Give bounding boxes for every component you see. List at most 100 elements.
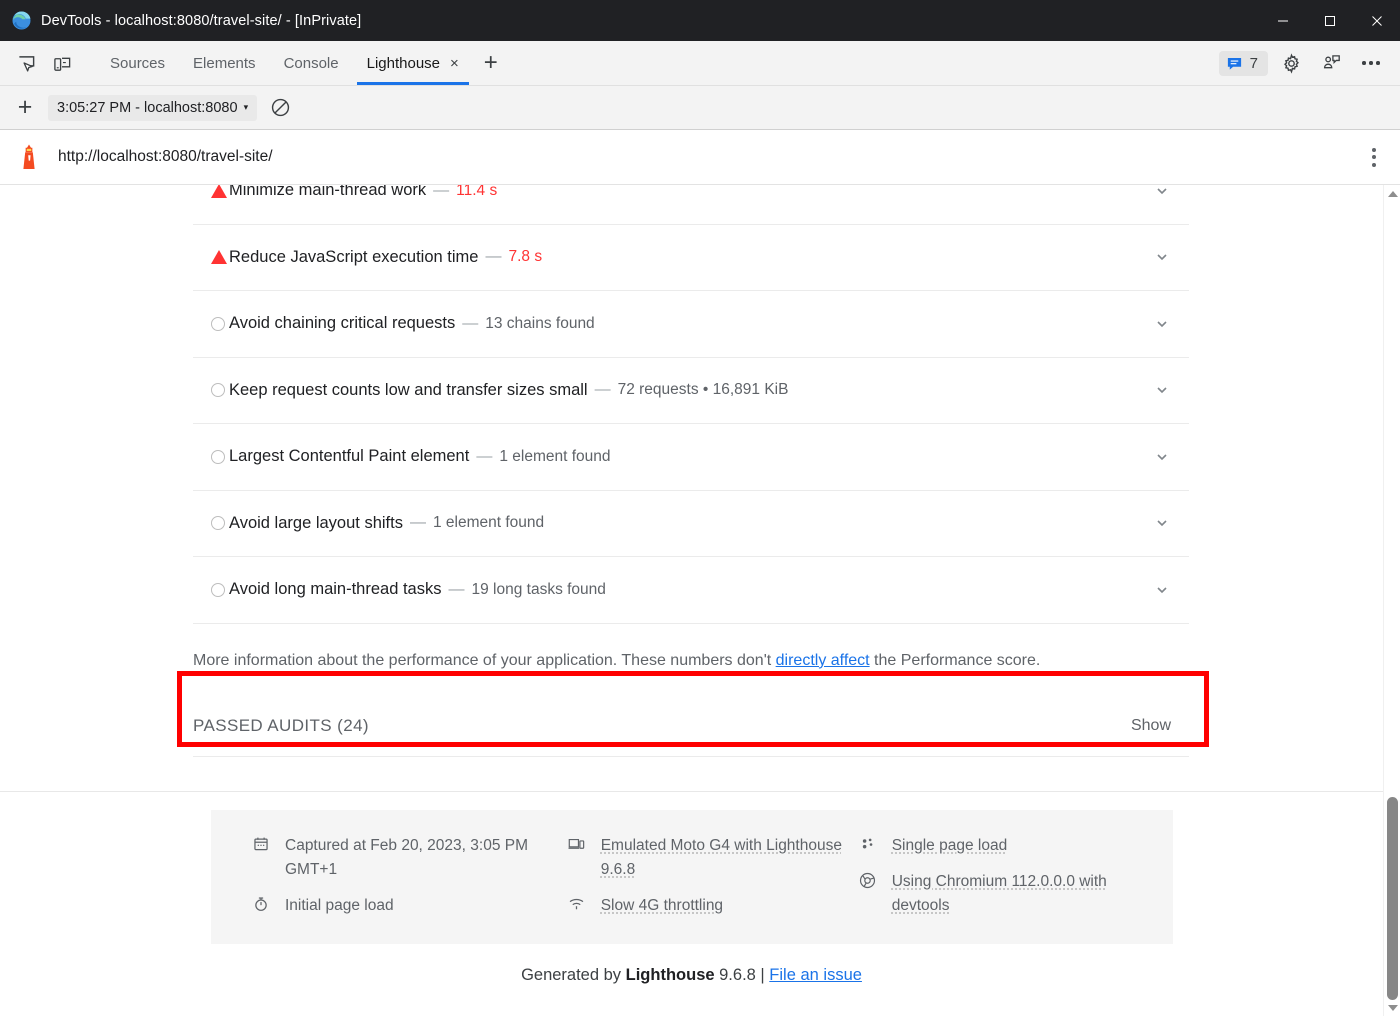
maximize-button[interactable] [1306, 0, 1353, 41]
list-item: Emulated Moto G4 with Lighthouse 9.6.8 [567, 834, 858, 882]
more-options-icon[interactable] [1354, 48, 1388, 78]
audit-value: 1 element found [499, 447, 611, 465]
audit-separator: — [594, 381, 611, 399]
tab-elements[interactable]: Elements [179, 41, 270, 85]
feedback-icon[interactable] [1314, 48, 1348, 78]
chevron-down-icon[interactable] [1153, 185, 1171, 200]
tab-sources[interactable]: Sources [96, 41, 179, 85]
panel-tabs: Sources Elements Console Lighthouse × + [96, 41, 509, 85]
table-row[interactable]: Minimize main-thread work — 11.4 s [193, 185, 1189, 225]
lighthouse-icon [18, 143, 44, 171]
tab-console[interactable]: Console [270, 41, 353, 85]
list-item: Slow 4G throttling [567, 894, 858, 918]
audit-value: 1 element found [432, 514, 545, 532]
scroll-up-arrow-icon[interactable] [1384, 185, 1400, 202]
list-item: Single page load [858, 834, 1143, 858]
chevron-down-icon[interactable] [1153, 448, 1171, 466]
scrollbar-thumb[interactable] [1387, 797, 1398, 1000]
metadata-column-3: Single page load Using Chromium 112.0.0.… [858, 834, 1143, 918]
table-row[interactable]: Avoid chaining critical requests — 13 ch… [193, 291, 1189, 358]
no-entry-icon [271, 98, 289, 117]
report-options-icon[interactable] [1364, 142, 1384, 173]
edge-logo-icon [12, 11, 31, 30]
close-button[interactable] [1353, 0, 1400, 41]
warning-triangle-icon [193, 250, 229, 265]
metadata-text: Emulated Moto G4 with Lighthouse 9.6.8 [600, 836, 842, 878]
list-item: Initial page load [251, 894, 567, 918]
audit-separator: — [409, 514, 426, 532]
note-suffix: the Performance score. [869, 651, 1041, 669]
report-selector-value: 3:05:27 PM - localhost:8080 [57, 99, 238, 116]
calendar-icon [251, 834, 271, 852]
directly-affect-link[interactable]: directly affect [776, 652, 870, 669]
audit-value: 19 long tasks found [471, 580, 606, 598]
audit-separator: — [485, 248, 502, 266]
chevron-down-icon[interactable] [1153, 315, 1171, 333]
show-link[interactable]: Show [1131, 717, 1171, 735]
lighthouse-brand: Lighthouse [625, 965, 715, 984]
warning-triangle-icon [193, 185, 229, 198]
inspect-element-icon[interactable] [8, 41, 44, 85]
metadata-column-2: Emulated Moto G4 with Lighthouse 9.6.8 S… [567, 834, 858, 918]
info-circle-icon [193, 316, 229, 331]
audit-title: Avoid long main-thread tasks [229, 580, 442, 599]
issues-badge[interactable]: 7 [1218, 50, 1268, 76]
scroll-down-arrow-icon[interactable] [1384, 999, 1400, 1016]
issues-count: 7 [1249, 54, 1258, 72]
footer-divider [0, 790, 1383, 792]
add-panel-button[interactable]: + [473, 41, 509, 85]
tab-label: Lighthouse [366, 54, 441, 72]
audit-title: Avoid chaining critical requests [229, 314, 456, 333]
chevron-down-icon[interactable] [1153, 514, 1171, 532]
minimize-button[interactable] [1259, 0, 1306, 41]
tab-lighthouse[interactable]: Lighthouse × [353, 41, 473, 85]
passed-audits-section: PASSED AUDITS (24) Show [177, 670, 1228, 757]
close-icon[interactable]: × [450, 56, 459, 71]
report-content: Minimize main-thread work — 11.4 s Reduc… [0, 185, 1383, 985]
vertical-scrollbar[interactable] [1383, 185, 1400, 1016]
table-row[interactable]: Reduce JavaScript execution time — 7.8 s [193, 225, 1189, 291]
file-an-issue-link[interactable]: File an issue [769, 966, 862, 984]
info-circle-icon [193, 516, 229, 531]
window-title: DevTools - localhost:8080/travel-site/ -… [41, 12, 362, 29]
clear-all-button[interactable] [265, 93, 295, 123]
table-row[interactable]: Avoid long main-thread tasks — 19 long t… [193, 557, 1189, 624]
lighthouse-run-toolbar: + 3:05:27 PM - localhost:8080 ▾ [0, 86, 1400, 130]
title-bar-left: DevTools - localhost:8080/travel-site/ -… [0, 11, 361, 30]
single-page-icon [858, 834, 878, 852]
note-prefix: More information about the performance o… [193, 651, 776, 669]
table-row[interactable]: Largest Contentful Paint element — 1 ele… [193, 424, 1189, 491]
metadata-column-1: Captured at Feb 20, 2023, 3:05 PM GMT+1 [251, 834, 567, 918]
devtools-window: DevTools - localhost:8080/travel-site/ -… [0, 0, 1400, 1016]
passed-audits-toggle[interactable]: PASSED AUDITS (24) Show [193, 698, 1189, 757]
new-report-button[interactable]: + [10, 93, 40, 123]
audit-title: Largest Contentful Paint element [229, 447, 470, 466]
info-circle-icon [193, 582, 229, 597]
gear-icon[interactable] [1274, 48, 1308, 78]
device-toolbar-icon[interactable] [44, 41, 80, 85]
chevron-down-icon[interactable] [1153, 248, 1171, 266]
generated-prefix: Generated by [521, 965, 626, 984]
metadata-text: Captured at Feb 20, 2023, 3:05 PM GMT+1 [285, 836, 528, 878]
audit-title: Minimize main-thread work [229, 185, 427, 200]
metadata-text: Initial page load [285, 896, 394, 914]
diagnostics-audit-list: Minimize main-thread work — 11.4 s Reduc… [193, 185, 1189, 624]
title-bar: DevTools - localhost:8080/travel-site/ -… [0, 0, 1400, 41]
info-circle-icon [193, 449, 229, 464]
audit-separator: — [462, 314, 479, 332]
table-row[interactable]: Avoid large layout shifts — 1 element fo… [193, 491, 1189, 557]
table-row[interactable]: Keep request counts low and transfer siz… [193, 358, 1189, 424]
audit-value: 11.4 s [456, 185, 498, 199]
devices-icon [567, 834, 587, 852]
chevron-down-icon[interactable] [1153, 581, 1171, 599]
info-circle-icon [193, 383, 229, 398]
metadata-text: Using Chromium 112.0.0.0 with devtools [891, 872, 1107, 914]
stopwatch-icon [251, 894, 271, 912]
audit-separator: — [433, 185, 450, 199]
list-item: Using Chromium 112.0.0.0 with devtools [858, 870, 1143, 918]
chevron-down-icon[interactable] [1153, 381, 1171, 399]
audit-title: Avoid large layout shifts [229, 513, 403, 532]
chromium-icon [858, 870, 878, 889]
report-selector-dropdown[interactable]: 3:05:27 PM - localhost:8080 ▾ [48, 94, 258, 121]
passed-audits-label: PASSED AUDITS (24) [193, 715, 369, 735]
